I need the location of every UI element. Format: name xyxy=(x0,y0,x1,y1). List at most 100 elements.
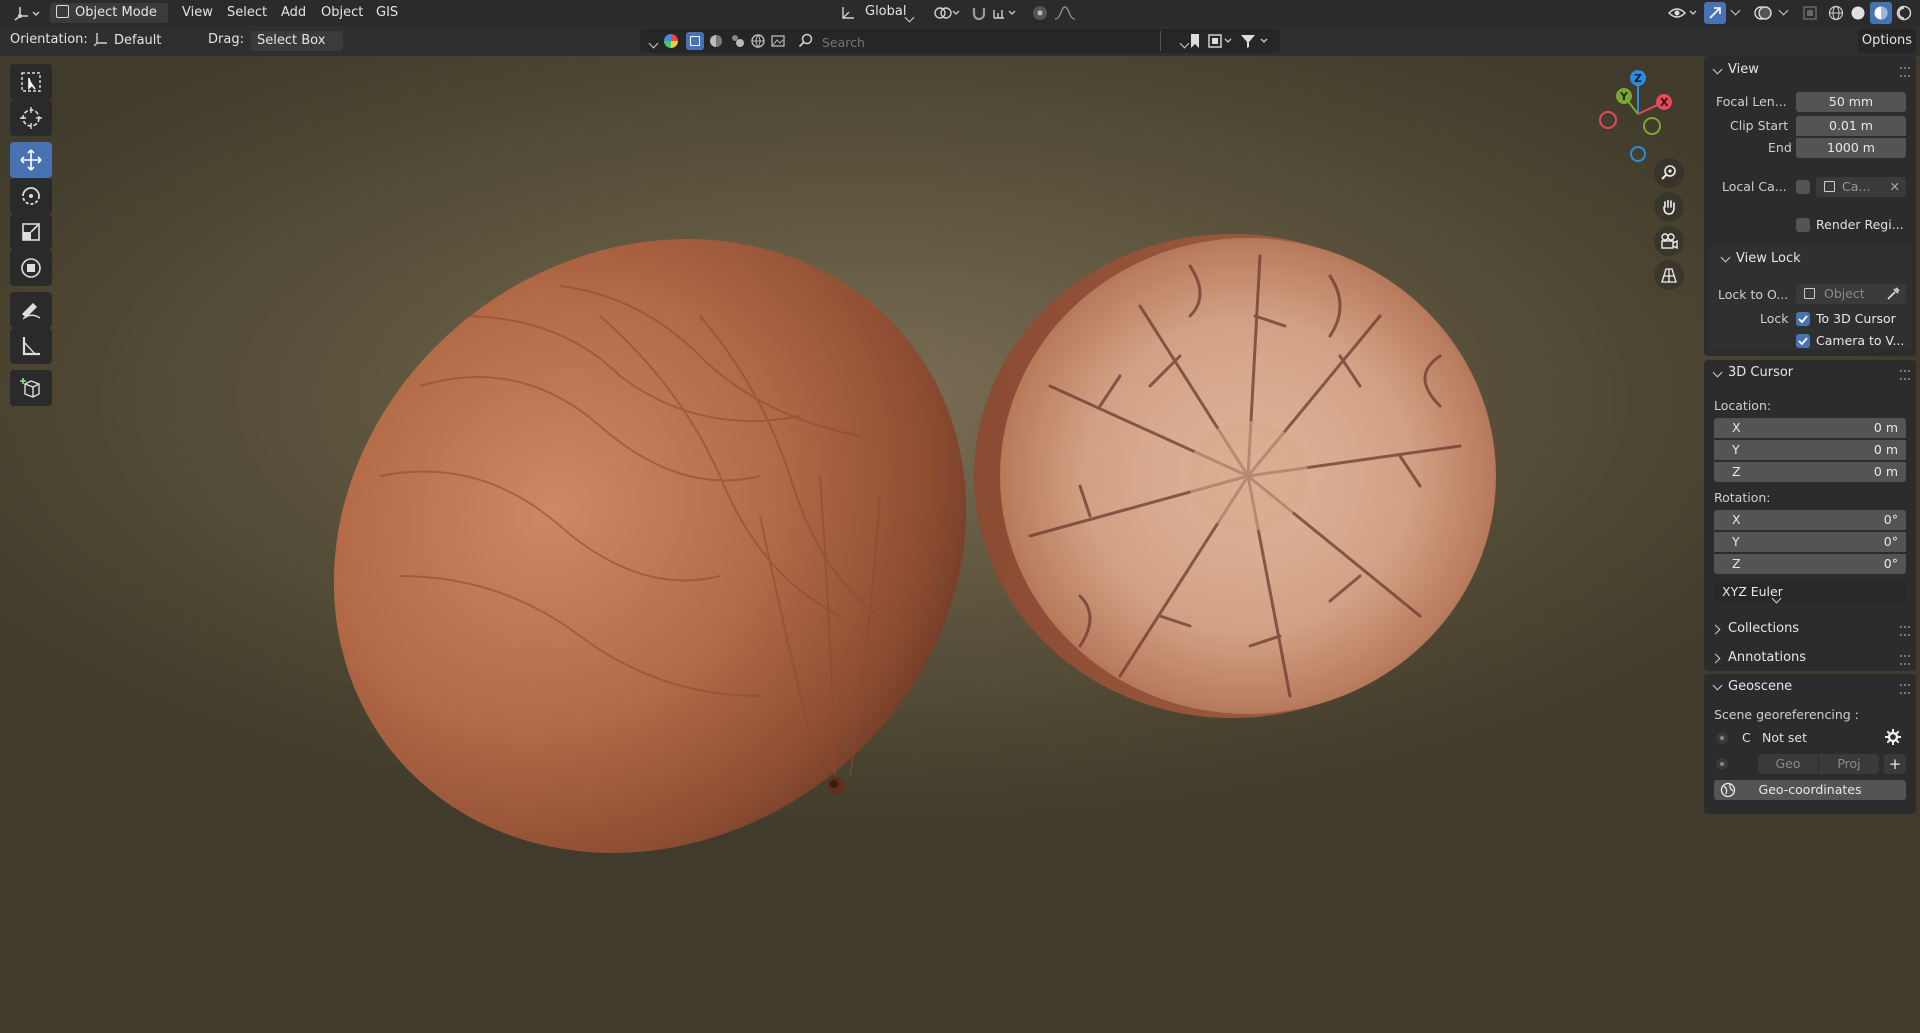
chevron-down-icon xyxy=(1712,367,1723,378)
geoscene-header[interactable]: Geoscene xyxy=(1704,674,1916,700)
geo-button[interactable]: Geo xyxy=(1758,754,1818,774)
display-layout-icon[interactable] xyxy=(1208,33,1234,49)
whole-nutmeg[interactable] xyxy=(210,113,1090,980)
drag-grip-icon[interactable] xyxy=(1900,655,1910,665)
xray-toggle[interactable] xyxy=(1800,3,1820,23)
drag-grip-icon[interactable] xyxy=(1900,67,1910,77)
view-section: View Focal Len... 50 mm Clip Start 0.01 … xyxy=(1704,56,1916,356)
overlay-dropdown[interactable] xyxy=(1776,3,1790,23)
collections-section[interactable]: Collections xyxy=(1704,616,1916,642)
gizmo-toggle[interactable] xyxy=(1704,2,1726,24)
add-cube-tool[interactable] xyxy=(10,370,52,406)
cursor-loc-y-value: 0 m xyxy=(1873,442,1898,457)
solid-sphere-icon xyxy=(1851,6,1865,20)
camera-icon xyxy=(1661,233,1678,250)
transform-tool[interactable] xyxy=(10,250,52,286)
menu-view[interactable]: View xyxy=(182,4,213,22)
3d-viewport[interactable]: Z Y X xyxy=(0,56,1920,1033)
gizmo-dropdown[interactable] xyxy=(1728,3,1742,23)
camera-view-button[interactable] xyxy=(1654,226,1684,256)
filter-funnel-icon[interactable] xyxy=(1240,33,1272,49)
snap-target-button[interactable] xyxy=(990,3,1020,23)
local-camera-field[interactable]: Ca... ✕ xyxy=(1816,177,1906,197)
drag-grip-icon[interactable] xyxy=(1900,626,1910,636)
view-lock-header[interactable]: View Lock xyxy=(1708,246,1912,272)
georef-status-radio[interactable] xyxy=(1716,732,1728,744)
cursor-rot-y-field[interactable]: Y 0° xyxy=(1714,532,1906,552)
crs-radio[interactable] xyxy=(1716,758,1728,770)
drag-grip-icon[interactable] xyxy=(1900,684,1910,694)
cursor-loc-x-value: 0 m xyxy=(1873,420,1898,435)
options-button[interactable]: Options xyxy=(1858,29,1916,53)
proportional-edit-toggle[interactable] xyxy=(1030,3,1050,23)
render-region-checkbox[interactable] xyxy=(1796,218,1810,232)
zoom-button[interactable] xyxy=(1654,158,1684,188)
image-filter-icon[interactable] xyxy=(770,33,786,49)
world-filter-icon[interactable] xyxy=(750,33,766,49)
scale-tool[interactable] xyxy=(10,214,52,250)
focal-length-field[interactable]: 50 mm xyxy=(1796,92,1906,112)
mode-dropdown[interactable]: Object Mode xyxy=(50,3,168,35)
proj-button[interactable]: Proj xyxy=(1819,754,1879,774)
search-input[interactable] xyxy=(820,32,1164,52)
drag-grip-icon[interactable] xyxy=(1900,370,1910,380)
add-crs-button[interactable]: + xyxy=(1884,754,1906,774)
cursor-tool[interactable] xyxy=(10,100,52,136)
cursor-loc-z-field[interactable]: Z 0 m xyxy=(1714,462,1906,482)
rotate-tool[interactable] xyxy=(10,178,52,214)
overlay-toggle[interactable] xyxy=(1752,2,1774,24)
menu-select[interactable]: Select xyxy=(227,4,267,22)
move-tool[interactable] xyxy=(10,142,52,178)
chevron-down-icon[interactable] xyxy=(648,38,659,49)
drag-dropdown[interactable]: Select Box xyxy=(251,31,343,63)
cursor-rot-z-field[interactable]: Z 0° xyxy=(1714,554,1906,574)
close-icon[interactable]: ✕ xyxy=(1890,177,1900,197)
menu-add[interactable]: Add xyxy=(281,4,306,22)
annotations-section[interactable]: Annotations xyxy=(1704,645,1916,671)
lock-to-cursor-checkbox[interactable] xyxy=(1796,312,1810,326)
cursor-loc-z-value: 0 m xyxy=(1873,464,1898,479)
shading-rendered-button[interactable] xyxy=(1894,3,1914,23)
falloff-button[interactable] xyxy=(1052,3,1078,23)
view-section-header[interactable]: View xyxy=(1704,56,1916,86)
editor-type-button[interactable] xyxy=(10,3,42,23)
pivot-point-button[interactable] xyxy=(932,3,962,23)
shading-material-button[interactable] xyxy=(1870,2,1892,24)
local-camera-checkbox[interactable] xyxy=(1796,180,1810,194)
color-wheel-icon[interactable] xyxy=(664,34,678,48)
radio-dot xyxy=(1720,736,1724,740)
navigation-gizmo[interactable] xyxy=(1590,66,1700,166)
light-filter-icon[interactable] xyxy=(730,33,746,49)
cursor-rot-x-field[interactable]: X 0° xyxy=(1714,510,1906,530)
filter-object-toggle[interactable] xyxy=(686,32,704,50)
measure-tool[interactable] xyxy=(10,328,52,364)
menu-gis[interactable]: GIS xyxy=(376,4,398,22)
shading-wireframe-button[interactable] xyxy=(1826,3,1846,23)
clip-end-field[interactable]: 1000 m xyxy=(1796,138,1906,158)
cursor-loc-x-field[interactable]: X 0 m xyxy=(1714,418,1906,438)
perspective-toggle-button[interactable] xyxy=(1654,260,1684,290)
lock-to-object-field[interactable]: Object xyxy=(1796,284,1906,304)
annotate-tool[interactable] xyxy=(10,292,52,328)
cursor-section-header[interactable]: 3D Cursor xyxy=(1704,360,1916,388)
clip-start-field[interactable]: 0.01 m xyxy=(1796,116,1906,136)
rendered-sphere-icon xyxy=(1896,5,1912,21)
shading-solid-button[interactable] xyxy=(1848,3,1868,23)
cursor-loc-y-field[interactable]: Y 0 m xyxy=(1714,440,1906,460)
snap-toggle[interactable] xyxy=(968,3,990,23)
pan-button[interactable] xyxy=(1654,192,1684,222)
visibility-dropdown[interactable] xyxy=(1666,3,1700,23)
cursor-loc-y-axis: Y xyxy=(1732,442,1740,457)
camera-to-view-checkbox[interactable] xyxy=(1796,334,1810,348)
rotation-mode-dropdown[interactable]: XYZ Euler xyxy=(1714,582,1906,604)
gear-icon[interactable] xyxy=(1884,728,1902,746)
menu-object[interactable]: Object xyxy=(321,4,363,22)
eyedropper-icon[interactable] xyxy=(1886,287,1900,301)
halved-nutmeg[interactable] xyxy=(974,234,1496,718)
material-filter-icon[interactable] xyxy=(708,33,724,49)
orientation-dropdown[interactable]: Default xyxy=(88,31,192,63)
geo-coordinates-button[interactable]: Geo-coordinates xyxy=(1714,780,1906,800)
transform-orientation-dropdown[interactable]: Global xyxy=(838,3,924,23)
select-box-tool[interactable] xyxy=(10,64,52,100)
bookmark-icon[interactable] xyxy=(1188,33,1202,49)
